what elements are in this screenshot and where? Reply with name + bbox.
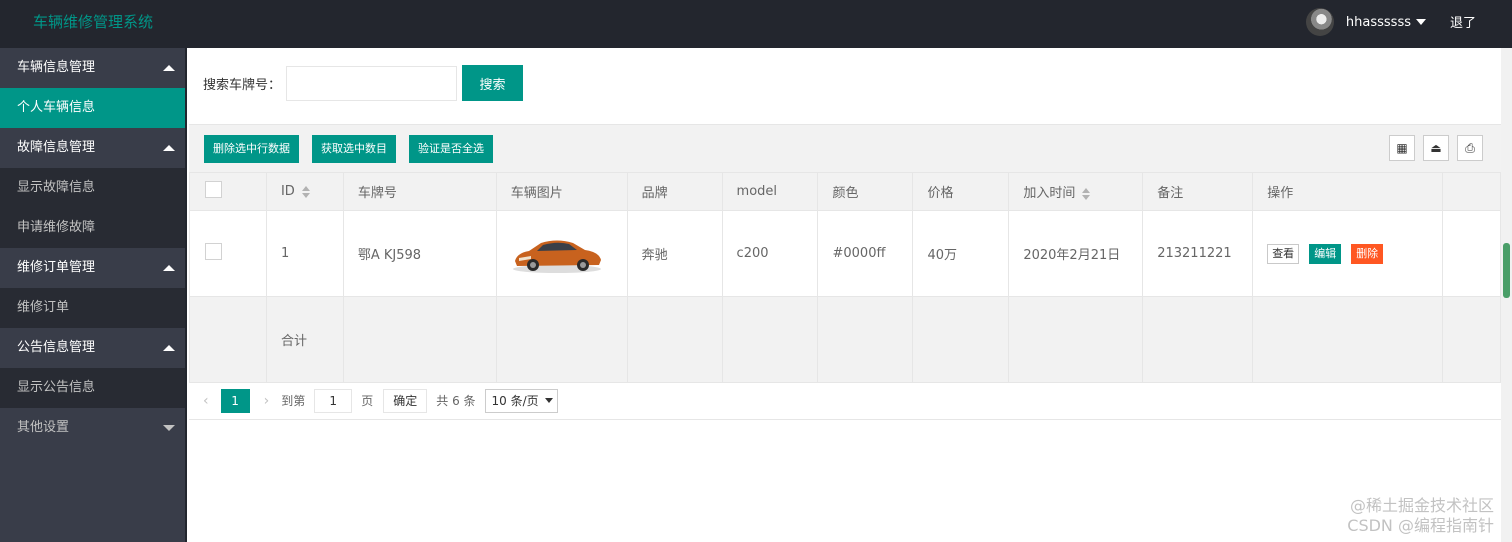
- total-row: 合计: [189, 296, 1502, 383]
- sidebar-item-label: 维修订单管理: [17, 260, 96, 275]
- edit-button[interactable]: 编辑: [1309, 243, 1342, 264]
- chevron-down-icon: [163, 425, 175, 431]
- chevron-up-icon: [163, 65, 175, 71]
- sidebar-item-label: 其他设置: [17, 420, 70, 435]
- watermark-line: CSDN @编程指南针: [1347, 516, 1494, 535]
- delete-selected-button[interactable]: 删除选中行数据: [204, 135, 299, 163]
- page-unit-label: 页: [361, 394, 374, 408]
- grid-icon[interactable]: ▦: [1389, 135, 1415, 161]
- sidebar-item-show-notice[interactable]: 显示公告信息: [0, 368, 185, 408]
- sidebar-group-notice[interactable]: 公告信息管理: [0, 328, 185, 368]
- avatar[interactable]: [1305, 8, 1334, 36]
- sidebar: 车辆信息管理 个人车辆信息 故障信息管理 显示故障信息 申请维修故障 维修订单管…: [0, 48, 187, 542]
- total-count: 共 6 条: [436, 394, 476, 408]
- column-header: 车辆图片: [495, 172, 628, 211]
- search-label: 搜索车牌号：: [203, 77, 282, 93]
- sort-icon[interactable]: [301, 185, 310, 198]
- table-header-row: ID 车牌号 车辆图片 品牌 model 颜色 价格 加入时间 备注 操作: [189, 172, 1502, 211]
- scrollbar-thumb[interactable]: [1503, 243, 1510, 298]
- chevron-up-icon: [163, 345, 175, 351]
- chevron-up-icon: [163, 265, 175, 271]
- top-header: 车辆维修管理系统 hhassssss 退了: [0, 0, 1512, 48]
- cell-model: c200: [721, 210, 819, 297]
- next-page-icon[interactable]: ›: [264, 393, 270, 409]
- chevron-down-icon: [544, 398, 553, 403]
- table-row: 1 鄂A KJ598 奔驰 c200 #0000ff 40万 2020年2月21…: [189, 210, 1502, 297]
- sidebar-item-label: 公告信息管理: [17, 340, 96, 355]
- app-title: 车辆维修管理系统: [33, 13, 154, 31]
- sidebar-item-label: 车辆信息管理: [17, 60, 96, 75]
- search-bar: 搜索车牌号： 搜索: [203, 65, 524, 101]
- sidebar-group-vehicle[interactable]: 车辆信息管理: [0, 48, 185, 88]
- sidebar-item-label: 故障信息管理: [17, 140, 96, 155]
- delete-button[interactable]: 删除: [1351, 243, 1384, 264]
- row-select-cell: [189, 210, 267, 297]
- column-header[interactable]: ID: [265, 172, 344, 211]
- watermark: @稀土掘金技术社区 CSDN @编程指南针: [1347, 496, 1494, 536]
- username[interactable]: hhassssss: [1346, 15, 1411, 30]
- export-icon[interactable]: ⏏: [1423, 135, 1449, 161]
- cell-empty: [1441, 210, 1502, 297]
- column-header: 价格: [912, 172, 1010, 211]
- main-content: 搜索车牌号： 搜索 删除选中行数据 获取选中数目 验证是否全选 ▦ ⏏ ⎙ ID…: [189, 48, 1502, 542]
- pagination: ‹ 1 › 到第 1 页 确定 共 6 条 10 条/页: [189, 382, 1501, 420]
- cell-actions: 查看 编辑 删除: [1252, 210, 1443, 297]
- row-checkbox[interactable]: [205, 243, 222, 260]
- goto-label: 到第: [281, 394, 306, 408]
- check-all-selected-button[interactable]: 验证是否全选: [409, 135, 493, 163]
- column-header: model: [721, 172, 819, 211]
- column-header[interactable]: 加入时间: [1008, 172, 1144, 211]
- column-header: [1441, 172, 1502, 211]
- cell-id: 1: [265, 210, 344, 297]
- chevron-up-icon: [163, 145, 175, 151]
- chevron-down-icon[interactable]: [1416, 19, 1426, 25]
- sidebar-item-apply-repair[interactable]: 申请维修故障: [0, 208, 185, 248]
- watermark-line: @稀土掘金技术社区: [1349, 496, 1494, 515]
- select-all-checkbox[interactable]: [205, 181, 222, 198]
- select-all-cell: [189, 172, 267, 211]
- sidebar-group-settings[interactable]: 其他设置: [0, 408, 185, 448]
- cell-color: #0000ff: [817, 210, 914, 297]
- sort-icon[interactable]: [1082, 187, 1091, 200]
- cell-brand: 奔驰: [626, 210, 723, 297]
- column-header: 品牌: [626, 172, 723, 211]
- column-header: 颜色: [817, 172, 914, 211]
- cell-price: 40万: [912, 210, 1010, 297]
- prev-page-icon[interactable]: ‹: [203, 393, 209, 409]
- column-header: 车牌号: [342, 172, 497, 211]
- column-header: 操作: [1252, 172, 1443, 211]
- user-menu[interactable]: hhassssss: [1305, 8, 1426, 36]
- total-label: 合计: [265, 296, 344, 383]
- search-input[interactable]: [286, 65, 458, 101]
- sidebar-item-show-fault[interactable]: 显示故障信息: [0, 168, 185, 208]
- cell-plate: 鄂A KJ598: [342, 210, 497, 297]
- sidebar-group-fault[interactable]: 故障信息管理: [0, 128, 185, 168]
- print-icon[interactable]: ⎙: [1457, 135, 1483, 161]
- car-image: [512, 240, 601, 273]
- goto-confirm-button[interactable]: 确定: [383, 388, 428, 413]
- table-toolbar: 删除选中行数据 获取选中数目 验证是否全选 ▦ ⏏ ⎙: [189, 124, 1501, 172]
- sidebar-group-order[interactable]: 维修订单管理: [0, 248, 185, 288]
- sidebar-item-repair-order[interactable]: 维修订单: [0, 288, 185, 328]
- logout-link[interactable]: 退了: [1450, 12, 1476, 31]
- cell-image: [495, 210, 628, 297]
- count-selected-button[interactable]: 获取选中数目: [312, 135, 396, 163]
- sidebar-item-personal-vehicle[interactable]: 个人车辆信息: [0, 88, 185, 128]
- cell-date: 2020年2月21日: [1008, 210, 1144, 297]
- cell-note: 213211221: [1142, 210, 1254, 297]
- view-button[interactable]: 查看: [1267, 243, 1300, 264]
- page-size-select[interactable]: 10 条/页: [484, 388, 558, 413]
- goto-page-input[interactable]: 1: [314, 388, 353, 413]
- column-header: 备注: [1142, 172, 1254, 211]
- vehicle-table: ID 车牌号 车辆图片 品牌 model 颜色 价格 加入时间 备注 操作 1 …: [189, 172, 1502, 383]
- current-page[interactable]: 1: [220, 388, 250, 413]
- search-button[interactable]: 搜索: [462, 65, 524, 101]
